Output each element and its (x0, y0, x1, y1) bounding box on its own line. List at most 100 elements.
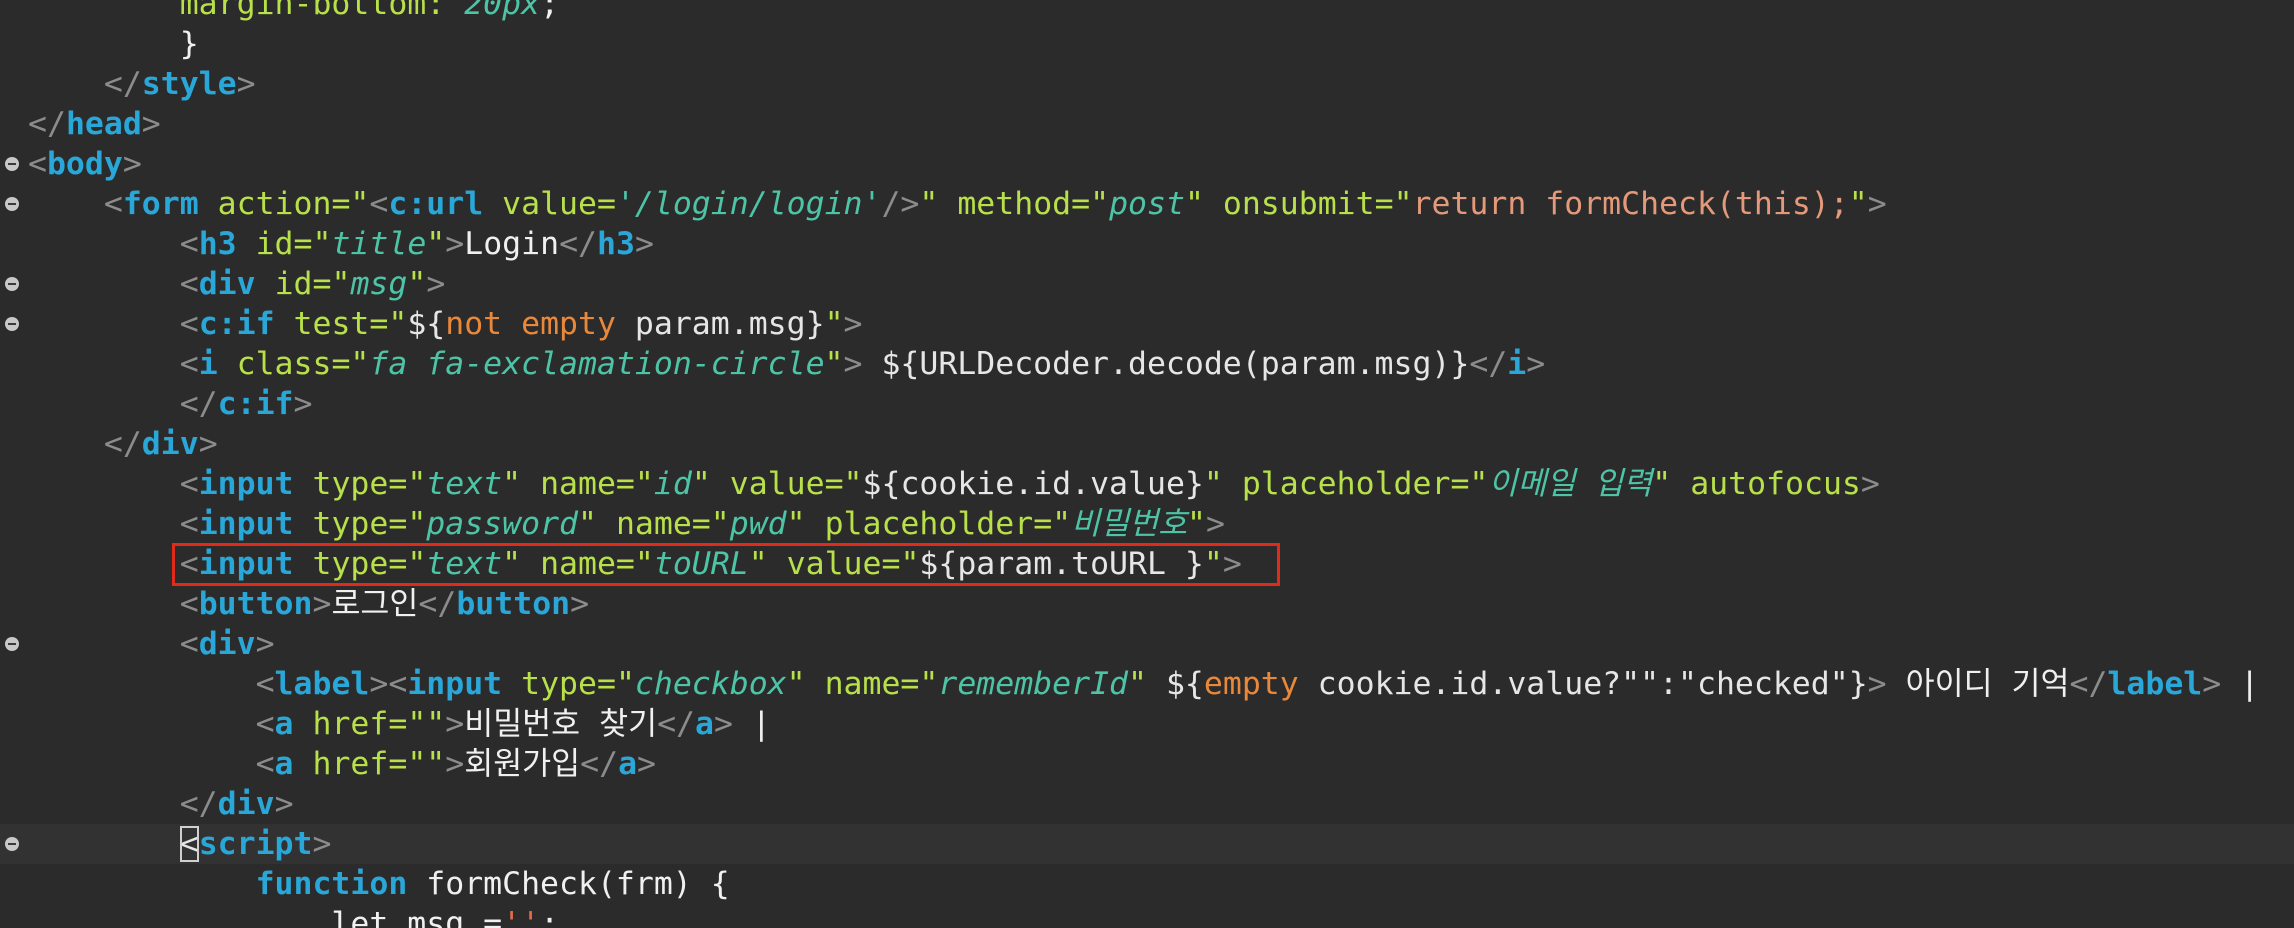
code-line[interactable]: <input type="text" name="id" value="${co… (0, 464, 2294, 504)
code-line[interactable]: <i class="fa fa-exclamation-circle"> ${U… (0, 344, 2294, 384)
code-token: id= (255, 226, 313, 262)
code-text: </div> (28, 784, 294, 824)
code-token: value= (786, 546, 901, 582)
code-token: 아이디 기억 (1886, 666, 2070, 702)
code-token: " (350, 346, 370, 382)
code-line[interactable]: <body> (0, 144, 2294, 184)
code-token: " (312, 226, 332, 262)
code-token: a (618, 746, 638, 782)
code-token: not empty (445, 306, 616, 342)
code-token: " (578, 506, 597, 542)
code-token: '' (502, 906, 541, 928)
code-token: </ (418, 586, 457, 622)
fold-marker-icon[interactable] (5, 157, 19, 171)
fold-marker-icon[interactable] (5, 317, 19, 331)
code-token: id= (274, 266, 332, 302)
code-token: > (312, 826, 332, 862)
code-token: let msg = (28, 906, 503, 928)
code-token: c:if (217, 386, 294, 422)
code-editor[interactable]: margin-bottom: 20px; } </style> </head> <b… (0, 0, 2294, 928)
code-token: function (28, 866, 408, 902)
code-token: " (634, 466, 654, 502)
code-token: > (1867, 186, 1887, 222)
code-line[interactable]: function formCheck(frm) { (0, 864, 2294, 904)
code-token: > (1860, 466, 1880, 502)
code-token: > (426, 266, 446, 302)
code-token: cookie.id.value?"":"checked"} (1298, 666, 1868, 702)
code-token: < (28, 506, 199, 542)
code-line[interactable]: <button>로그인</button> (0, 584, 2294, 624)
fold-marker-icon[interactable] (5, 837, 19, 851)
code-token: < (28, 466, 199, 502)
code-token: " (1052, 506, 1072, 542)
code-token: 로그인 (331, 586, 419, 622)
code-token: </ (657, 706, 696, 742)
code-text: </div> (28, 424, 218, 464)
code-line[interactable]: </c:if> (0, 384, 2294, 424)
code-line[interactable]: <div> (0, 624, 2294, 664)
code-token: " (407, 546, 427, 582)
code-line[interactable]: <input type="text" name="toURL" value="$… (0, 544, 2294, 584)
code-token: < (28, 146, 47, 182)
code-line[interactable]: </style> (0, 64, 2294, 104)
code-line[interactable]: <script> (0, 824, 2294, 864)
code-token: ${ (1146, 666, 1204, 702)
code-text: <label><input type="checkbox" name="reme… (28, 664, 2260, 704)
code-token: > (843, 346, 863, 382)
code-text: <input type="password" name="pwd" placeh… (28, 504, 1225, 544)
code-line[interactable]: <a href="">비밀번호 찾기</a> | (0, 704, 2294, 744)
code-line[interactable]: <h3 id="title">Login</h3> (0, 224, 2294, 264)
code-token: ${ (407, 306, 446, 342)
code-token: " (900, 546, 920, 582)
code-line[interactable]: <input type="password" name="pwd" placeh… (0, 504, 2294, 544)
code-token: > (141, 106, 161, 142)
code-token: rememberId (938, 666, 1129, 702)
code-line[interactable]: </head> (0, 104, 2294, 144)
code-line[interactable]: <a href="">회원가입</a> (0, 744, 2294, 784)
code-line[interactable]: <form action="<c:url value='/login/login… (0, 184, 2294, 224)
code-text: <div id="msg"> (28, 264, 446, 304)
code-token: < (28, 226, 199, 262)
code-token: method= (957, 186, 1091, 222)
code-token: </ (580, 746, 619, 782)
code-token: > (198, 426, 218, 462)
code-token: </ (28, 106, 66, 142)
code-line[interactable]: <div id="msg"> (0, 264, 2294, 304)
code-line[interactable]: let msg =''; (0, 904, 2294, 928)
code-token: < (28, 186, 123, 222)
code-token: msg (350, 266, 408, 302)
code-line[interactable]: margin-bottom: 20px; (0, 0, 2294, 24)
code-token: " (388, 306, 408, 342)
code-token: name= (615, 506, 711, 542)
code-line[interactable]: <c:if test="${not empty param.msg}"> (0, 304, 2294, 344)
code-token: action= (217, 186, 351, 222)
code-token: > (1526, 346, 1546, 382)
code-token: </ (28, 386, 218, 422)
code-token: script (198, 826, 313, 862)
code-token: " (1652, 466, 1672, 502)
code-token: input (407, 666, 503, 702)
code-token: " (1184, 186, 1204, 222)
code-line[interactable]: <label><input type="checkbox" name="reme… (0, 664, 2294, 704)
code-token: > (713, 706, 733, 742)
code-token: text (426, 466, 503, 502)
code-token: </ (1469, 346, 1508, 382)
code-token: href= (312, 746, 408, 782)
code-line[interactable]: </div> (0, 784, 2294, 824)
code-token: name= (540, 546, 635, 582)
fold-marker-icon[interactable] (5, 277, 19, 291)
code-text: <a href="">회원가입</a> (28, 744, 656, 784)
code-token: param.msg} (615, 306, 825, 342)
code-token: value= (502, 186, 616, 222)
code-token: " (502, 546, 522, 582)
code-line[interactable]: } (0, 24, 2294, 64)
fold-marker-icon[interactable] (5, 637, 19, 651)
fold-marker-icon[interactable] (5, 197, 19, 211)
code-token: empty (1203, 666, 1299, 702)
code-line[interactable]: </div> (0, 424, 2294, 464)
